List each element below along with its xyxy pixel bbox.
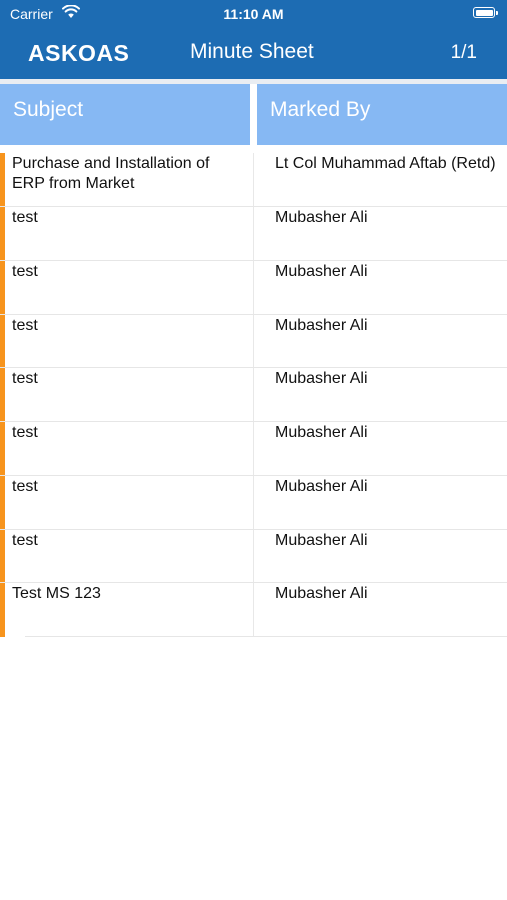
table-row[interactable]: test Mubasher Ali (0, 422, 507, 476)
subject-cell: Purchase and Installation of ERP from Ma… (12, 155, 210, 192)
table-row[interactable]: test Mubasher Ali (0, 207, 507, 261)
top-bar: Carrier 11:10 AM ASKOAS Minute Sheet 1/1 (0, 0, 507, 79)
table-row[interactable]: test Mubasher Ali (0, 476, 507, 530)
marked-by-cell: Mubasher Ali (275, 262, 368, 280)
subject-cell: test (12, 424, 38, 441)
marked-by-cell: Mubasher Ali (275, 531, 368, 549)
table-row[interactable]: Test MS 123 Mubasher Ali (0, 583, 507, 637)
page-title: Minute Sheet (190, 40, 314, 63)
table-row[interactable]: test Mubasher Ali (0, 530, 507, 584)
subject-cell: test (12, 262, 38, 280)
table-row[interactable]: test Mubasher Ali (0, 368, 507, 422)
column-header-gap (250, 84, 257, 145)
column-header-marked-by[interactable]: Marked By (257, 84, 507, 145)
status-bar: Carrier 11:10 AM (0, 0, 507, 28)
battery-icon (473, 7, 498, 18)
marked-by-cell: Mubasher Ali (275, 477, 368, 495)
subject-cell: Test MS 123 (12, 585, 101, 603)
page-indicator: 1/1 (450, 42, 477, 63)
app-logo: ASKOAS (28, 40, 130, 66)
list-end-divider (25, 636, 507, 637)
table-row[interactable]: test Mubasher Ali (0, 315, 507, 369)
marked-by-cell: Mubasher Ali (275, 585, 368, 603)
status-time: 11:10 AM (223, 6, 284, 22)
column-header-subject[interactable]: Subject (0, 84, 250, 145)
marked-by-cell: Mubasher Ali (275, 370, 368, 388)
subject-cell: test (12, 531, 38, 549)
marked-by-cell: Mubasher Ali (275, 209, 368, 226)
subject-cell: test (12, 370, 38, 388)
subject-cell: test (12, 316, 38, 334)
marked-by-cell: Mubasher Ali (275, 424, 368, 441)
table-row[interactable]: Purchase and Installation of ERP from Ma… (0, 153, 507, 207)
nav-bar: ASKOAS Minute Sheet 1/1 (0, 30, 507, 76)
marked-by-cell: Lt Col Muhammad Aftab (Retd) (275, 155, 496, 172)
subject-cell: test (12, 477, 38, 495)
minute-sheet-list: Purchase and Installation of ERP from Ma… (0, 153, 507, 637)
subject-cell: test (12, 209, 38, 226)
marked-by-cell: Mubasher Ali (275, 316, 368, 334)
table-row[interactable]: test Mubasher Ali (0, 261, 507, 315)
